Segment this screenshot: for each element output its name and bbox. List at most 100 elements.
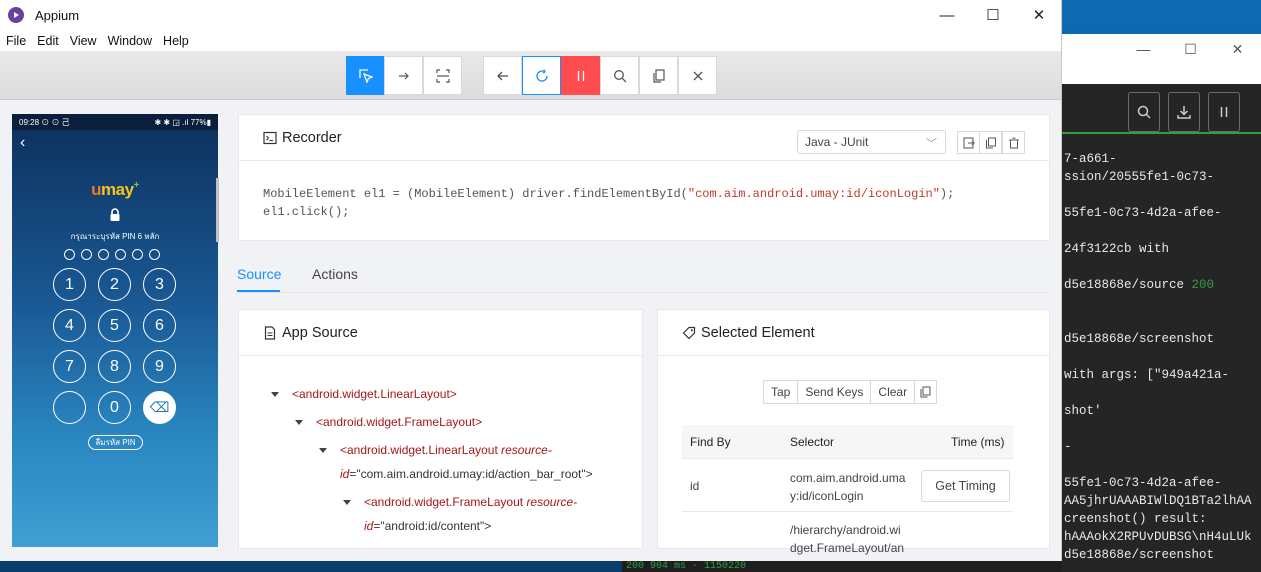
server-minimize-button[interactable]: — bbox=[1120, 34, 1167, 64]
recorded-code: MobileElement el1 = (MobileElement) driv… bbox=[263, 187, 955, 219]
log-line: AA5jhrUAAABIWlDQ1BTa2lhAA bbox=[1064, 494, 1252, 508]
select-cursor-icon bbox=[358, 68, 373, 83]
menu-window[interactable]: Window bbox=[103, 34, 157, 48]
keypad-key[interactable]: 7 bbox=[53, 350, 86, 383]
tap-button[interactable]: Tap bbox=[763, 380, 799, 404]
pin-prompt: กรุณาระบุรหัส PIN 6 หลัก bbox=[70, 232, 160, 241]
selected-element-header: Selected Element bbox=[658, 310, 1049, 356]
maximize-button[interactable]: ☐ bbox=[970, 0, 1016, 30]
appium-server-window: — ☐ ✕ 7-a661- ssion/20555fe1-0c73- 55fe1-0… bbox=[1062, 34, 1261, 572]
tree-expand-caret[interactable] bbox=[319, 448, 327, 453]
menu-file[interactable]: File bbox=[1, 34, 31, 48]
pin-dots bbox=[64, 249, 160, 260]
arrow-left-icon bbox=[496, 71, 508, 80]
row-selector[interactable]: /hierarchy/android.wi dget.FrameLayout/an bbox=[790, 521, 904, 557]
fullscreen-icon bbox=[435, 68, 450, 83]
title-bar: Appium — ☐ ✕ bbox=[0, 0, 1061, 30]
appium-logo-icon bbox=[8, 7, 24, 23]
menu-bar: File Edit View Window Help bbox=[0, 30, 1061, 51]
menu-help[interactable]: Help bbox=[158, 34, 194, 48]
tree-node[interactable]: <android.widget.FrameLayout> bbox=[316, 415, 482, 429]
keypad-key[interactable]: 6 bbox=[143, 309, 176, 342]
select-element-button[interactable] bbox=[346, 56, 385, 95]
inspector-toolbar bbox=[0, 51, 1061, 100]
keypad-key[interactable]: 8 bbox=[98, 350, 131, 383]
copy-icon bbox=[985, 137, 996, 148]
active-tab-indicator bbox=[237, 290, 280, 292]
menu-edit[interactable]: Edit bbox=[32, 34, 64, 48]
back-button[interactable] bbox=[483, 56, 522, 95]
keypad-key[interactable]: 4 bbox=[53, 309, 86, 342]
minimize-button[interactable]: — bbox=[924, 0, 970, 30]
server-download-button[interactable] bbox=[1168, 92, 1200, 132]
close-button[interactable]: ✕ bbox=[1016, 0, 1061, 30]
tab-actions[interactable]: Actions bbox=[312, 266, 358, 282]
pin-dot bbox=[132, 249, 143, 260]
swipe-button[interactable] bbox=[384, 56, 423, 95]
chevron-down-icon: ﹀ bbox=[926, 138, 937, 150]
server-maximize-button[interactable]: ☐ bbox=[1167, 34, 1214, 64]
pin-dot bbox=[98, 249, 109, 260]
log-line: 55fe1-0c73-4d2a-afee- bbox=[1064, 476, 1222, 490]
log-line: - bbox=[1064, 440, 1072, 454]
umay-logo[interactable]: umay+ bbox=[12, 180, 218, 200]
row-selector[interactable]: com.aim.android.uma y:id/iconLogin bbox=[790, 469, 905, 505]
copy-icon bbox=[652, 68, 665, 83]
pause-recording-button[interactable] bbox=[561, 56, 600, 95]
selected-element-panel: Selected Element Tap Send Keys Clear Fin… bbox=[657, 309, 1050, 555]
search-elements-button[interactable] bbox=[600, 56, 639, 95]
quit-session-button[interactable] bbox=[678, 56, 717, 95]
tree-expand-caret[interactable] bbox=[295, 420, 303, 425]
keypad-key[interactable]: 5 bbox=[98, 309, 131, 342]
clear-code-button[interactable] bbox=[1002, 131, 1025, 154]
app-source-panel: App Source <android.widget.LinearLayout>… bbox=[238, 309, 643, 549]
language-select[interactable]: Java - JUnit ﹀ bbox=[797, 130, 946, 154]
col-time: Time (ms) bbox=[951, 435, 1005, 449]
log-line: ssion/20555fe1-0c73- bbox=[1064, 170, 1215, 184]
terminal-icon bbox=[263, 131, 277, 144]
pin-dot bbox=[149, 249, 160, 260]
tree-expand-caret[interactable] bbox=[343, 500, 351, 505]
tree-node[interactable]: <android.widget.LinearLayout> bbox=[292, 387, 457, 401]
log-line: 24f3122cb with bbox=[1064, 242, 1170, 256]
recorder-panel: Recorder Java - JUnit ﹀ MobileElement el… bbox=[238, 114, 1050, 241]
forgot-pin-button[interactable]: ลืมรหัส PIN bbox=[88, 435, 143, 450]
backspace-key[interactable]: ⌫ bbox=[143, 391, 176, 424]
copy-code-button[interactable] bbox=[979, 131, 1002, 154]
server-search-button[interactable] bbox=[1128, 92, 1160, 132]
tab-source[interactable]: Source bbox=[237, 266, 281, 282]
copy-attributes-button[interactable] bbox=[914, 380, 938, 404]
server-toolbar bbox=[1062, 84, 1261, 134]
get-timing-button[interactable]: Get Timing bbox=[921, 470, 1010, 502]
device-screenshot[interactable]: 09:28 ⊙ ⊙ 己 ✱ ✱ ◲ .ıl 77%▮ ‹ umay+ กรุณา… bbox=[12, 114, 218, 547]
keypad-key[interactable]: 9 bbox=[143, 350, 176, 383]
server-close-button[interactable]: ✕ bbox=[1214, 34, 1261, 64]
phone-status-icons: ✱ ✱ ◲ .ıl 77%▮ bbox=[154, 117, 212, 127]
tree-expand-caret[interactable] bbox=[271, 392, 279, 397]
keypad-key[interactable]: 2 bbox=[98, 268, 131, 301]
tap-coordinates-button[interactable] bbox=[423, 56, 462, 95]
tree-node[interactable]: <android.widget.LinearLayout resource- bbox=[340, 443, 552, 457]
refresh-button[interactable] bbox=[522, 56, 561, 95]
keypad-key[interactable]: 0 bbox=[98, 391, 131, 424]
screenshot-scrollbar[interactable] bbox=[216, 178, 219, 242]
menu-view[interactable]: View bbox=[65, 34, 102, 48]
copy-xml-button[interactable] bbox=[639, 56, 678, 95]
keypad-key[interactable]: 1 bbox=[53, 268, 86, 301]
send-keys-button[interactable]: Send Keys bbox=[797, 380, 872, 404]
pin-dot bbox=[81, 249, 92, 260]
keypad-key[interactable] bbox=[53, 391, 86, 424]
search-icon bbox=[1137, 105, 1151, 119]
show-boilerplate-button[interactable] bbox=[957, 131, 980, 154]
language-value: Java - JUnit bbox=[805, 135, 869, 149]
server-pause-button[interactable] bbox=[1208, 92, 1240, 132]
tree-node-continued[interactable]: id="com.aim.android.umay:id/action_bar_r… bbox=[340, 467, 593, 481]
clear-button[interactable]: Clear bbox=[870, 380, 916, 404]
tree-node-continued[interactable]: id="android:id/content"> bbox=[364, 519, 491, 533]
tree-node[interactable]: <android.widget.FrameLayout resource- bbox=[364, 495, 577, 509]
log-line: 7-a661- bbox=[1064, 152, 1117, 166]
keypad-key[interactable]: 3 bbox=[143, 268, 176, 301]
phone-back-icon[interactable]: ‹ bbox=[20, 134, 25, 152]
